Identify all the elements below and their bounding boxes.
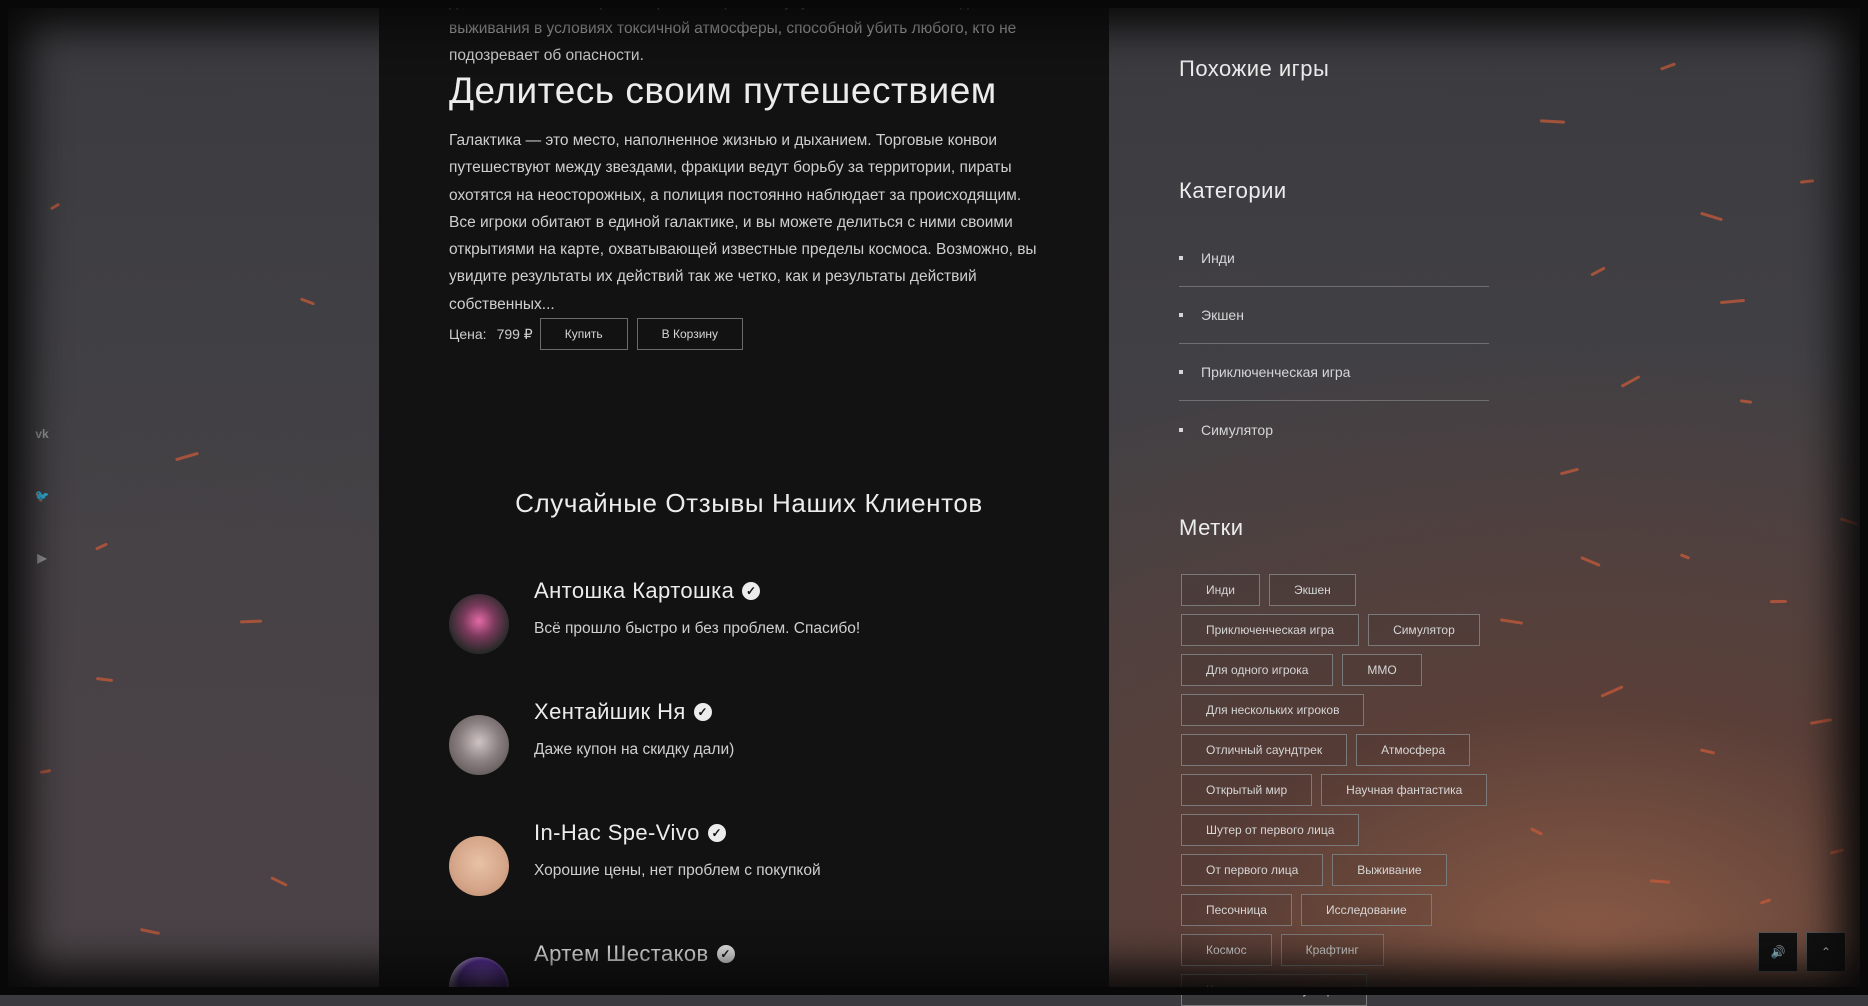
spark [239,619,263,624]
avatar [449,715,509,775]
review-item: In-Нас Spe-Vivo ✓ Хорошие цены, нет проб… [449,820,1049,910]
tag[interactable]: Космос [1181,934,1272,966]
avatar [449,594,509,654]
tag[interactable]: Экшен [1268,574,1356,606]
tag[interactable]: MMO [1342,654,1422,686]
scroll-top-icon[interactable]: ⌃ [1806,932,1846,972]
spark [139,927,161,936]
tag[interactable]: Космическая симуляция [1181,974,1367,1006]
categories-list: Инди Экшен Приключенческая игра Симулято… [1179,230,1489,458]
spark [175,451,199,462]
verified-check-icon: ✓ [693,703,712,721]
price-label: Цена: [449,326,487,342]
tag[interactable]: Атмосфера [1356,734,1471,766]
spark [1620,375,1641,388]
review-text: Хорошие цены, нет проблем с покупкой [534,862,821,879]
verified-check-icon: ✓ [707,824,726,842]
tag[interactable]: Крафтинг [1280,934,1384,966]
game-description: Галактика — это место, наполненное жизнь… [449,132,1037,313]
reviewer-name: Хентайшик Ня ✓ [534,699,712,725]
spark [1600,685,1624,698]
spark [1829,848,1845,855]
review-text: Даже купон на скидку дали) [534,741,735,758]
reviewer-name: In-Нас Spe-Vivo ✓ [534,820,726,846]
reviewer-name: Антошка Картошка ✓ [534,578,761,604]
buy-button[interactable]: Купить [539,318,628,350]
spark [1799,179,1815,184]
price-value: 799 ₽ [496,325,533,342]
verified-check-icon: ✓ [716,945,735,963]
tag[interactable]: Песочница [1181,894,1292,926]
avatar [449,957,509,995]
spark [49,202,61,211]
tag[interactable]: Инди [1181,574,1260,606]
youtube-icon[interactable]: ▶ [33,549,51,567]
tag[interactable]: Шутер от первого лица [1181,814,1360,846]
review-item: Антошка Картошка ✓ Всё прошло быстро и б… [449,578,1049,668]
spark [94,542,109,551]
tag[interactable]: Отличный саундтрек [1181,734,1348,766]
spark [299,297,316,306]
tag[interactable]: Научная фантастика [1321,774,1488,806]
description-top: для того, чтобы совершить прыжки к цели,… [449,0,1017,64]
spark [95,676,114,683]
tag[interactable]: Исследование [1300,894,1432,926]
sound-toggle-icon[interactable]: 🔊 [1758,932,1798,972]
spark [1839,517,1859,526]
spark [1700,211,1723,222]
tag[interactable]: Для одного игрока [1181,654,1334,686]
review-item: Хентайшик Ня ✓ Даже купон на скидку дали… [449,699,1049,789]
category-item[interactable]: Экшен [1179,287,1489,344]
tag[interactable]: Симулятор [1368,614,1480,646]
category-item[interactable]: Симулятор [1179,401,1489,458]
similar-games-title: Похожие игры [1179,56,1330,81]
main-content: для того, чтобы совершить прыжки к цели,… [379,0,1109,995]
tags-cloud: Инди Экшен Приключенческая игра Симулято… [1181,574,1491,1006]
vk-icon[interactable]: vk [33,425,51,443]
spark [1679,553,1691,560]
spark [1719,298,1746,305]
categories-title: Категории [1179,178,1287,203]
spark [270,876,288,887]
spark [1769,599,1788,604]
spark [1539,119,1566,124]
tag[interactable]: Для нескольких игроков [1181,694,1365,726]
price-row: Цена: 799 ₽ Купить В Корзину [449,318,1049,350]
spark [1809,718,1833,725]
spark [1649,879,1671,884]
spark [1739,399,1753,404]
twitter-icon[interactable]: 🐦 [33,487,51,505]
share-heading: Делитесь своим путешествием [449,70,997,111]
tag[interactable]: Открытый мир [1181,774,1313,806]
tag[interactable]: Приключенческая игра [1181,614,1360,646]
corner-controls: 🔊 ⌃ [1758,932,1846,972]
spark [1580,556,1601,567]
reviews-title: Случайные Отзывы Наших Клиентов [515,488,983,518]
avatar [449,836,509,896]
spark [39,768,52,775]
spark [1699,748,1716,755]
reviewer-name: Артем Шестаков ✓ [534,941,735,967]
tag[interactable]: Выживание [1332,854,1447,886]
spark [1530,827,1543,836]
spark [1590,266,1606,277]
tags-title: Метки [1179,515,1244,540]
verified-check-icon: ✓ [742,582,761,600]
category-item[interactable]: Приключенческая игра [1179,344,1489,401]
review-text: Всё прошло быстро и без проблем. Спасибо… [534,620,861,637]
spark [1559,467,1580,476]
add-to-cart-button[interactable]: В Корзину [636,318,744,350]
tag[interactable]: От первого лица [1181,854,1324,886]
category-item[interactable]: Инди [1179,230,1489,287]
spark [1659,62,1677,71]
spark [1499,618,1524,625]
social-bar: vk 🐦 ▶ [33,425,51,567]
spark [1759,898,1772,905]
review-item: Артем Шестаков ✓ [449,941,1049,995]
